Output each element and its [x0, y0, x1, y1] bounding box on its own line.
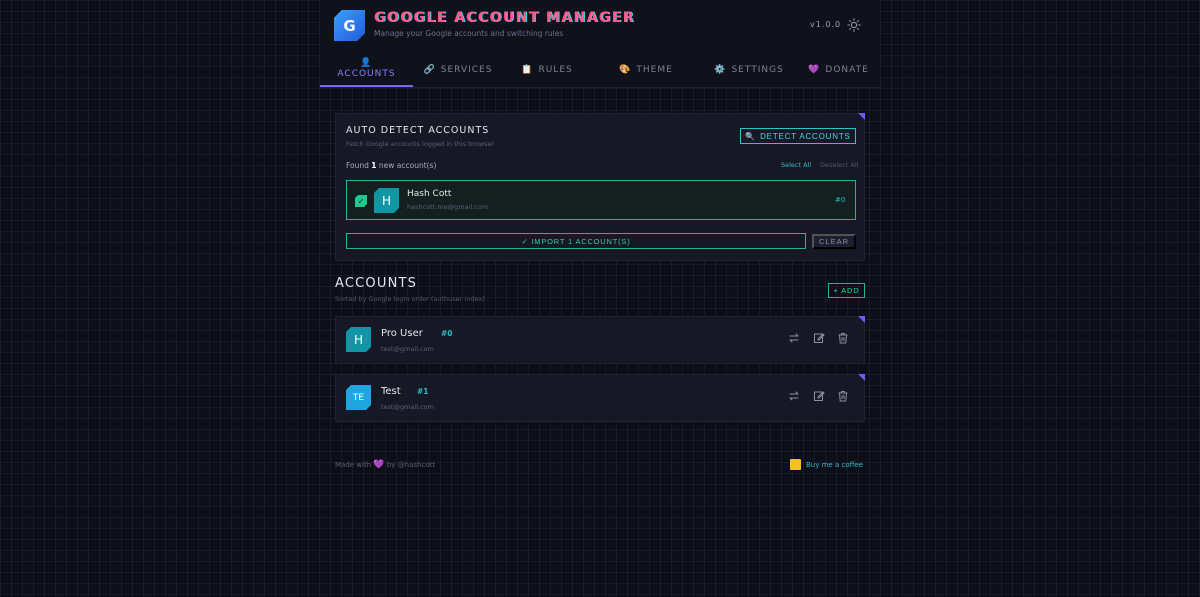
account-index: #0	[441, 329, 453, 338]
link-icon: 🔗	[423, 64, 436, 75]
avatar: H	[374, 188, 399, 213]
avatar: H	[346, 327, 371, 352]
tab-label: Rules	[538, 64, 573, 75]
palette-icon: 🎨	[619, 64, 632, 75]
tab-settings[interactable]: ⚙️ Settings	[701, 52, 797, 87]
trash-icon[interactable]	[837, 332, 849, 344]
account-name: Test	[381, 386, 401, 397]
tab-bar: 👤 Accounts 🔗 Services 📋 Rules 🎨 Theme ⚙️…	[320, 52, 880, 88]
found-account-row[interactable]: ✓ H Hash Cott hashcott.me@gmail.com #0	[346, 180, 856, 220]
footer-credit: Made with 💜 by @hashcott	[335, 460, 435, 470]
tab-rules[interactable]: 📋 Rules	[503, 52, 591, 87]
auto-detect-panel: Auto Detect Accounts Fetch Google accoun…	[335, 113, 865, 261]
app-container: G Google Account Manager Manage your Goo…	[320, 0, 880, 597]
edit-icon[interactable]	[813, 390, 825, 402]
tab-accounts[interactable]: 👤 Accounts	[320, 52, 413, 87]
found-count-text: Found 1 new account(s)	[346, 161, 436, 170]
footer-author[interactable]: by @hashcott	[387, 461, 435, 469]
account-email: hashcott.me@gmail.com	[407, 203, 489, 211]
found-prefix: Found	[346, 161, 369, 170]
tab-services[interactable]: 🔗 Services	[413, 52, 503, 87]
account-card[interactable]: H Pro User #0 test@gmail.com	[335, 316, 865, 364]
edit-icon[interactable]	[813, 332, 825, 344]
clipboard-icon: 📋	[521, 64, 534, 75]
app-subtitle: Manage your Google accounts and switchin…	[374, 29, 564, 38]
search-icon: 🔍	[745, 131, 757, 141]
tab-theme[interactable]: 🎨 Theme	[591, 52, 701, 87]
account-card[interactable]: TE Test #1 test@gmail.com	[335, 374, 865, 422]
import-accounts-button[interactable]: ✓ Import 1 Account(s)	[346, 233, 806, 249]
corner-accent	[858, 113, 865, 120]
tab-label: Settings	[731, 64, 784, 75]
header: G Google Account Manager Manage your Goo…	[320, 0, 880, 88]
footer-made-with: Made with	[335, 461, 372, 469]
account-email: test@gmail.com	[381, 345, 434, 353]
version-label: v1.0.0	[810, 20, 842, 29]
avatar: TE	[346, 385, 371, 410]
account-name: Pro User	[381, 328, 423, 339]
switch-icon[interactable]	[788, 390, 800, 402]
coffee-label: Buy me a coffee	[806, 460, 864, 469]
tab-label: Theme	[636, 64, 673, 75]
account-index: #1	[417, 387, 429, 396]
tab-label: Services	[440, 64, 493, 75]
heart-icon: 💜	[373, 460, 385, 470]
account-index: #0	[835, 196, 846, 204]
switch-icon[interactable]	[788, 332, 800, 344]
deselect-all-link[interactable]: Deselect All	[820, 161, 858, 169]
button-label: Detect Accounts	[760, 131, 851, 141]
found-suffix: new account(s)	[378, 161, 437, 170]
account-name: Hash Cott	[407, 189, 452, 199]
panel-title: Auto Detect Accounts	[346, 125, 490, 136]
tab-label: Accounts	[337, 69, 396, 79]
user-icon: 👤	[360, 58, 373, 68]
panel-subtitle: Fetch Google accounts logged in this bro…	[346, 140, 495, 148]
clear-button[interactable]: Clear	[812, 234, 856, 249]
corner-accent	[858, 374, 865, 381]
coffee-icon	[790, 459, 801, 470]
heart-icon: 💜	[808, 64, 821, 75]
corner-accent	[858, 316, 865, 323]
accounts-subtitle: Sorted by Google login order (authuser i…	[335, 295, 485, 303]
gear-icon: ⚙️	[714, 64, 727, 75]
checkbox[interactable]: ✓	[355, 195, 367, 207]
account-email: test@gmail.com	[381, 403, 434, 411]
buy-me-a-coffee-link[interactable]: Buy me a coffee	[790, 459, 863, 470]
select-all-link[interactable]: Select All	[781, 161, 811, 169]
app-title: Google Account Manager	[374, 10, 635, 26]
trash-icon[interactable]	[837, 390, 849, 402]
tab-donate[interactable]: 💜 Donate	[797, 52, 880, 87]
accounts-title: Accounts	[335, 276, 418, 291]
add-account-button[interactable]: + Add	[828, 283, 865, 298]
detect-accounts-button[interactable]: 🔍 Detect Accounts	[740, 128, 856, 144]
sun-icon[interactable]	[847, 18, 861, 32]
tab-label: Donate	[825, 64, 869, 75]
found-count: 1	[371, 161, 377, 170]
app-logo: G	[334, 10, 365, 41]
